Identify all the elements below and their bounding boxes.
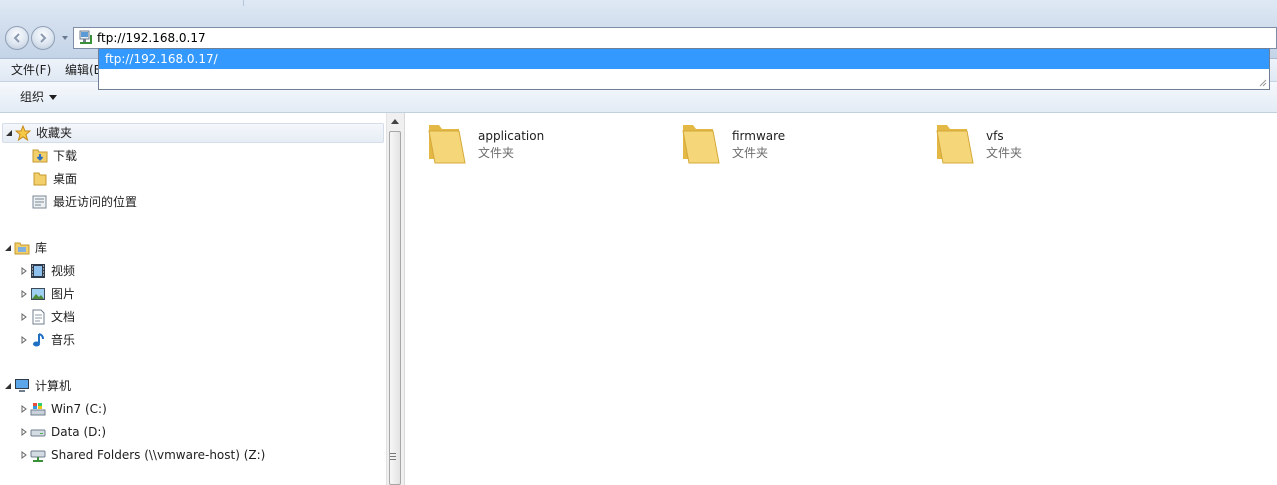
recent-pages-dropdown-icon[interactable] <box>60 33 70 43</box>
folder-type: 文件夹 <box>478 146 515 160</box>
navigation-pane: 收藏夹 下载 桌面 最近访问的位置 库 视频 图片 文档 音乐 计算机 Win7… <box>0 113 386 485</box>
folder-meta: application 文件夹 <box>478 119 544 171</box>
picture-library-icon <box>31 288 45 300</box>
collapsed-arrow-icon[interactable] <box>20 451 28 459</box>
nav-item-desktop-label: 桌面 <box>53 172 78 186</box>
collapsed-arrow-icon[interactable] <box>20 267 28 275</box>
nav-item-drive-d[interactable]: Data (D:) <box>20 422 106 442</box>
folder-name: application <box>478 129 545 143</box>
dropdown-arrow-icon <box>49 94 58 100</box>
nav-favorites-label: 收藏夹 <box>36 126 73 140</box>
nav-favorites[interactable]: 收藏夹 <box>2 123 384 143</box>
libraries-icon <box>14 242 30 255</box>
ftp-location-icon <box>79 30 92 44</box>
nav-item-shared-folders-label: Shared Folders (\\vmware-host) (Z:) <box>51 448 266 462</box>
folder-tile-vfs[interactable]: vfs 文件夹 <box>933 119 1163 171</box>
address-input[interactable] <box>97 29 1257 47</box>
address-bar[interactable] <box>73 27 1277 49</box>
nav-item-desktop[interactable]: 桌面 <box>32 169 77 189</box>
nav-computer[interactable]: 计算机 <box>4 376 71 396</box>
back-arrow-icon <box>13 33 20 43</box>
nav-libraries-label: 库 <box>35 241 48 255</box>
recent-places-icon <box>32 195 47 209</box>
music-library-icon <box>33 333 44 347</box>
collapsed-arrow-icon[interactable] <box>20 290 28 298</box>
folder-name: vfs <box>986 129 1004 143</box>
expanded-arrow-icon[interactable] <box>4 244 12 252</box>
scrollbar-grip-icon <box>390 453 396 462</box>
nav-item-documents[interactable]: 文档 <box>20 307 75 327</box>
folder-meta: firmware 文件夹 <box>732 119 785 171</box>
expanded-arrow-icon[interactable] <box>5 129 13 137</box>
nav-item-videos-label: 视频 <box>51 264 76 278</box>
nav-item-music-label: 音乐 <box>51 333 76 347</box>
drive-icon <box>30 429 46 437</box>
scrollbar-thumb[interactable] <box>389 131 401 485</box>
folder-type: 文件夹 <box>732 146 769 160</box>
folder-meta: vfs 文件夹 <box>986 119 1022 171</box>
desktop-folder-icon <box>33 172 47 186</box>
nav-item-music[interactable]: 音乐 <box>20 330 75 350</box>
resize-grip-icon[interactable] <box>1257 77 1267 87</box>
title-bar-seam <box>243 0 244 6</box>
computer-icon <box>15 379 29 392</box>
nav-item-drive-c[interactable]: Win7 (C:) <box>20 399 107 419</box>
expanded-arrow-icon[interactable] <box>4 382 12 390</box>
nav-computer-label: 计算机 <box>35 379 72 393</box>
organize-label: 组织 <box>20 90 45 104</box>
system-drive-icon <box>30 403 46 416</box>
nav-item-videos[interactable]: 视频 <box>20 261 75 281</box>
favorites-star-icon <box>15 125 31 141</box>
organize-button[interactable]: 组织 <box>14 88 63 106</box>
folder-icon <box>428 125 466 164</box>
folder-type: 文件夹 <box>986 146 1023 160</box>
nav-libraries[interactable]: 库 <box>4 238 47 258</box>
nav-item-downloads[interactable]: 下载 <box>32 146 77 166</box>
network-drive-icon <box>30 450 46 462</box>
nav-item-pictures-label: 图片 <box>51 287 76 301</box>
collapsed-arrow-icon[interactable] <box>20 336 28 344</box>
collapsed-arrow-icon[interactable] <box>20 428 28 436</box>
nav-item-drive-c-label: Win7 (C:) <box>51 402 107 416</box>
nav-item-shared-folders[interactable]: Shared Folders (\\vmware-host) (Z:) <box>20 445 265 465</box>
forward-button[interactable] <box>31 26 55 50</box>
navigation-pane-scrollbar[interactable] <box>386 113 404 485</box>
folder-icon <box>936 125 974 164</box>
back-button[interactable] <box>5 26 29 50</box>
document-library-icon <box>32 309 45 325</box>
folder-tile-firmware[interactable]: firmware 文件夹 <box>679 119 909 171</box>
address-autocomplete-dropdown: ftp://192.168.0.17/ <box>98 48 1270 90</box>
nav-item-downloads-label: 下载 <box>53 149 78 163</box>
menu-file[interactable]: 文件(F) <box>8 62 54 78</box>
folder-tile-application[interactable]: application 文件夹 <box>425 119 655 171</box>
folder-name: firmware <box>732 129 786 143</box>
nav-item-drive-d-label: Data (D:) <box>51 425 107 439</box>
content-pane: application 文件夹 firmware 文件夹 vfs 文件夹 <box>404 113 1277 485</box>
video-library-icon <box>31 264 45 278</box>
nav-item-recent-places-label: 最近访问的位置 <box>53 195 138 209</box>
collapsed-arrow-icon[interactable] <box>20 405 28 413</box>
collapsed-arrow-icon[interactable] <box>20 313 28 321</box>
folder-icon <box>682 125 720 164</box>
nav-item-pictures[interactable]: 图片 <box>20 284 75 304</box>
nav-item-documents-label: 文档 <box>51 310 76 324</box>
download-folder-icon <box>32 149 48 163</box>
nav-item-recent-places[interactable]: 最近访问的位置 <box>32 192 137 212</box>
autocomplete-suggestion[interactable]: ftp://192.168.0.17/ <box>99 49 1269 69</box>
forward-arrow-icon <box>40 33 47 43</box>
scroll-up-arrow-icon[interactable] <box>391 119 399 124</box>
